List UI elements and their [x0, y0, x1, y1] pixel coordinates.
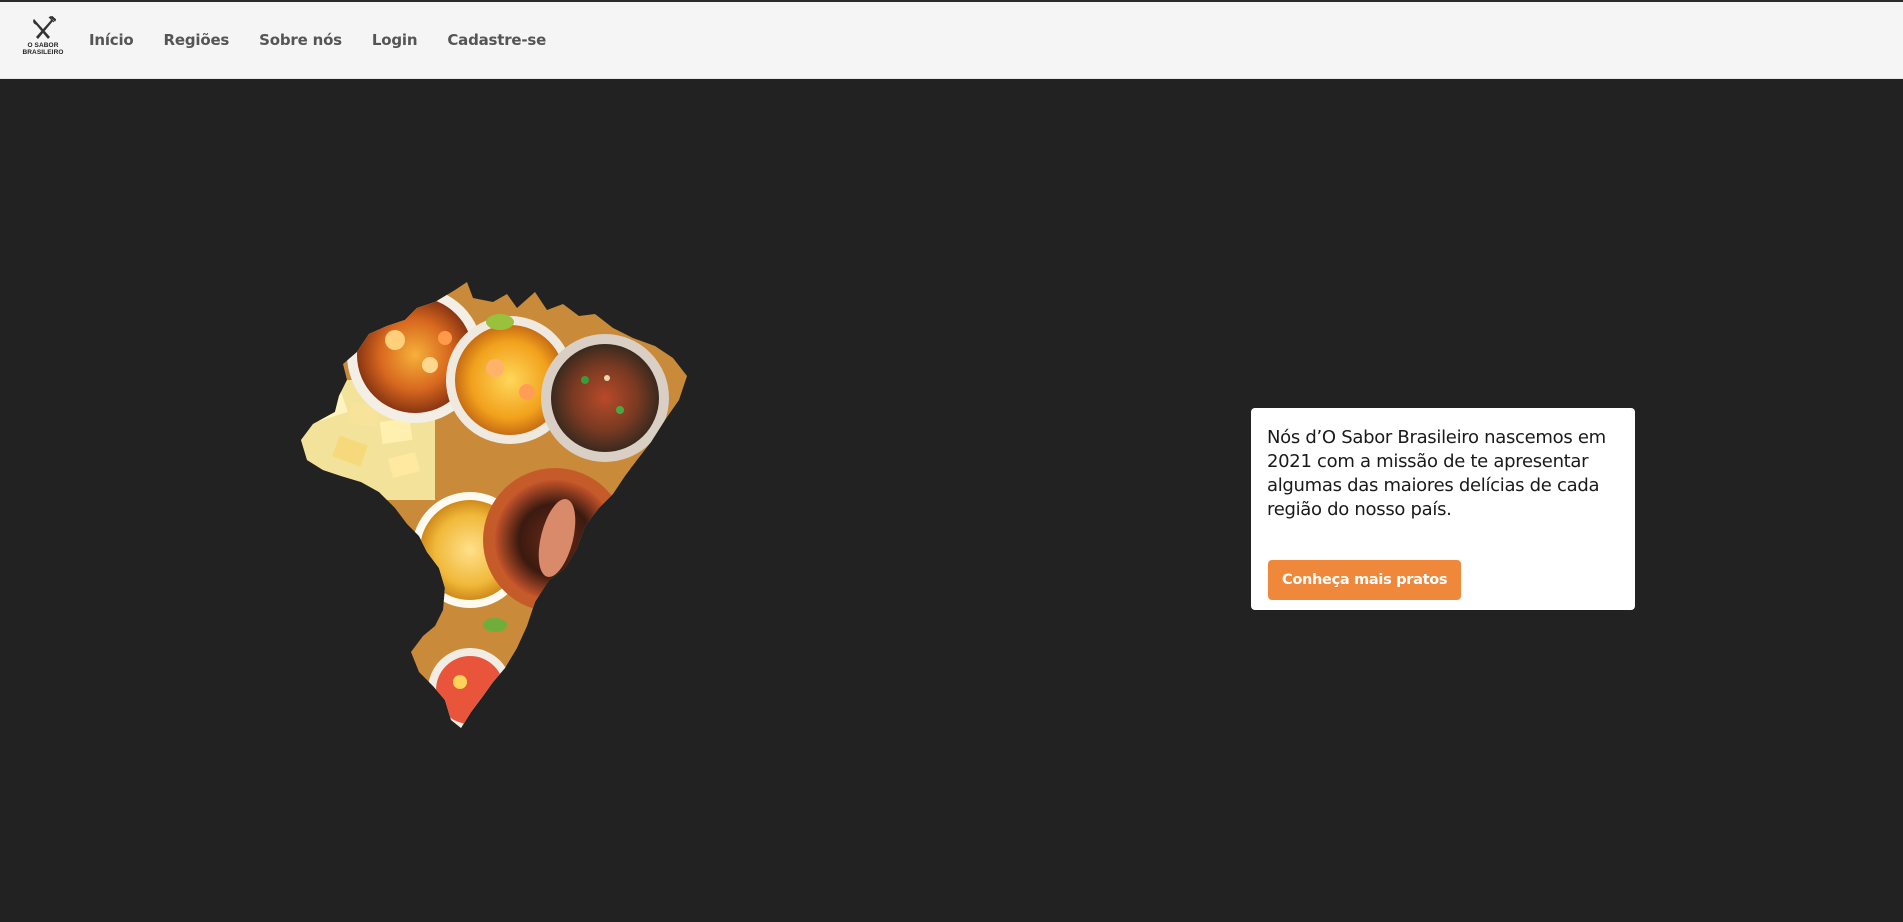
- logo-text: O SABOR BRASILEIRO: [22, 42, 64, 56]
- nav-link-inicio[interactable]: Início: [89, 31, 134, 49]
- fork-knife-icon: [33, 16, 56, 39]
- nav-link-login[interactable]: Login: [372, 31, 418, 49]
- nav-link-cadastre-se[interactable]: Cadastre-se: [447, 31, 546, 49]
- navbar: O SABOR BRASILEIRO Início Regiões Sobre …: [0, 2, 1903, 79]
- brazil-food-map-image: [295, 280, 765, 740]
- nav-link-regioes[interactable]: Regiões: [164, 31, 230, 49]
- conheca-mais-pratos-button[interactable]: Conheça mais pratos: [1268, 560, 1462, 600]
- main-nav: Início Regiões Sobre nós Login Cadastre-…: [89, 2, 576, 78]
- nav-link-sobre-nos[interactable]: Sobre nós: [259, 31, 342, 49]
- site-logo[interactable]: O SABOR BRASILEIRO: [22, 16, 64, 64]
- about-card: Nós d’O Sabor Brasileiro nascemos em 202…: [1251, 408, 1635, 610]
- about-text: Nós d’O Sabor Brasileiro nascemos em 202…: [1267, 427, 1606, 520]
